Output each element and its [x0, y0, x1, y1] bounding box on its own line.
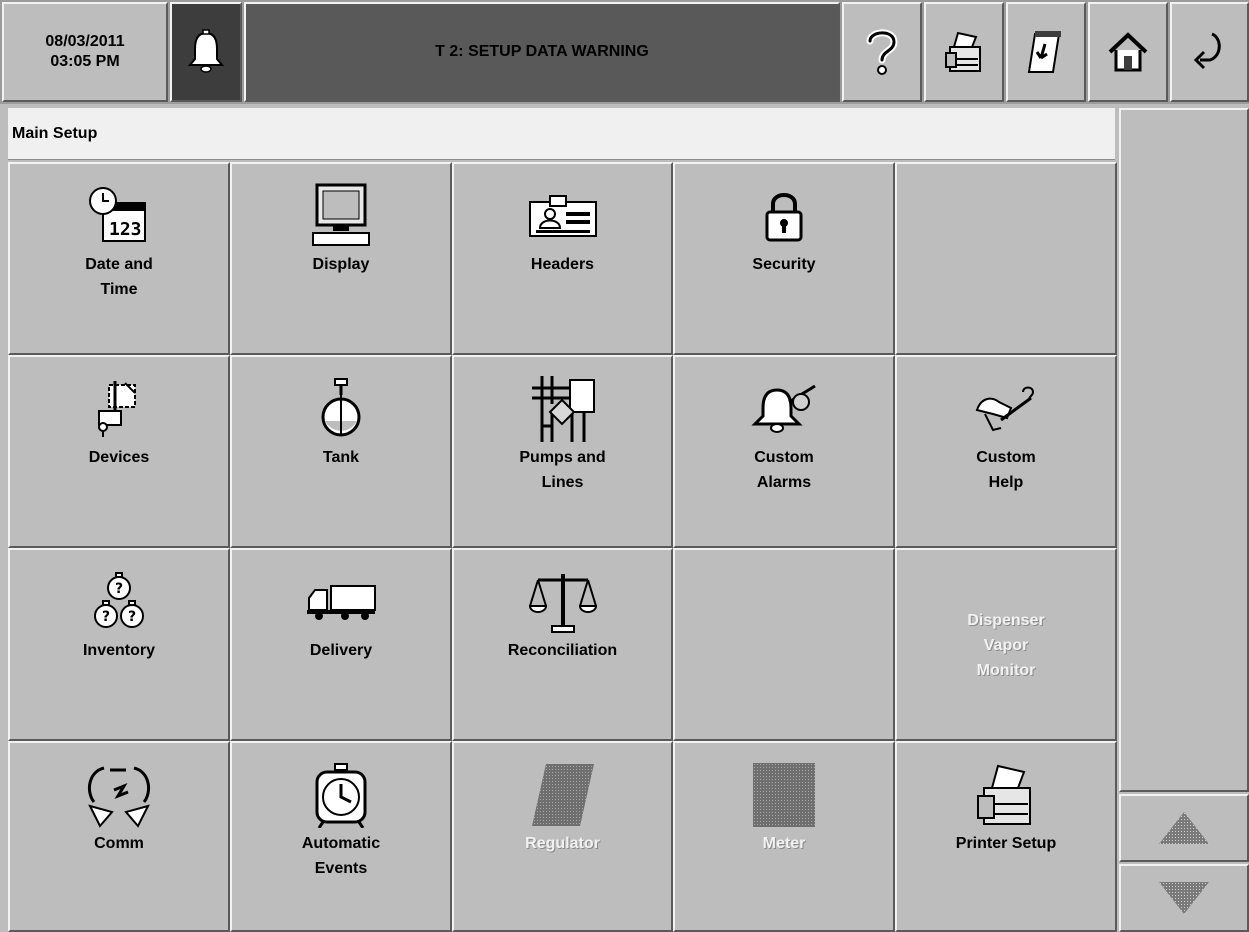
svg-text:?: ? — [102, 609, 110, 625]
tile-automatic-events[interactable]: Automatic Events — [230, 741, 452, 932]
svg-text:?: ? — [128, 609, 136, 625]
tile-date-and-time[interactable]: 123 Date and Time — [8, 162, 230, 355]
tile-tank[interactable]: Tank — [230, 355, 452, 548]
home-button[interactable] — [1088, 2, 1168, 102]
printer-icon — [974, 761, 1038, 829]
arrow-up-icon — [1159, 812, 1209, 844]
truck-icon — [305, 568, 377, 636]
tile-label: Comm — [94, 835, 144, 852]
alarm-clock-icon — [309, 761, 373, 829]
pumps-lines-icon — [528, 375, 598, 443]
receipt-button[interactable] — [1006, 2, 1086, 102]
tile-custom-help[interactable]: Custom Help — [895, 355, 1117, 548]
tile-meter: Meter — [673, 741, 895, 932]
receipt-icon — [1027, 31, 1061, 73]
tile-headers[interactable]: Headers — [452, 162, 673, 355]
scroll-up-button[interactable] — [1119, 794, 1249, 862]
tile-label: Tank — [322, 449, 360, 466]
inventory-icon: ??? — [91, 568, 147, 636]
time-text: 03:05 PM — [50, 53, 120, 70]
print-button[interactable] — [924, 2, 1004, 102]
tile-label: Delivery — [309, 642, 373, 659]
help-button[interactable] — [842, 2, 922, 102]
tile-inventory[interactable]: ??? Inventory — [8, 548, 230, 741]
tile-label: Pumps and Lines — [519, 449, 606, 491]
tile-printer-setup[interactable]: Printer Setup — [895, 741, 1117, 932]
tile-label: Custom Alarms — [754, 449, 814, 491]
tank-icon — [319, 375, 363, 443]
id-card-icon — [528, 182, 598, 250]
tile-dispenser-vapor-monitor: Dispenser Vapor Monitor — [895, 548, 1117, 741]
tile-devices[interactable]: Devices — [8, 355, 230, 548]
tile-label: Devices — [88, 449, 150, 466]
back-icon — [1193, 32, 1221, 70]
tile-label: Reconciliation — [507, 642, 618, 659]
tile-reconciliation[interactable]: Reconciliation — [452, 548, 673, 741]
tile-label: Display — [312, 256, 370, 273]
alarm-bell-button[interactable] — [170, 2, 242, 102]
scales-icon — [528, 568, 598, 636]
tile-label: Regulator — [525, 835, 600, 852]
warning-text: T 2: SETUP DATA WARNING — [435, 43, 649, 60]
date-time-panel: 08/03/2011 03:05 PM — [2, 2, 168, 102]
scroll-down-button[interactable] — [1119, 864, 1249, 932]
breadcrumb: Main Setup — [8, 108, 1115, 160]
tile-label: Security — [752, 256, 816, 273]
tile-label: Dispenser Vapor Monitor — [967, 612, 1045, 679]
custom-help-icon — [971, 375, 1041, 443]
help-icon — [866, 29, 898, 75]
warning-banner[interactable]: T 2: SETUP DATA WARNING — [244, 2, 840, 102]
tile-label: Inventory — [82, 642, 155, 659]
tile-delivery[interactable]: Delivery — [230, 548, 452, 741]
regulator-icon — [528, 761, 598, 829]
date-text: 08/03/2011 — [45, 33, 125, 50]
svg-text:?: ? — [115, 581, 123, 597]
printer-icon — [945, 31, 981, 72]
tile-pumps-and-lines[interactable]: Pumps and Lines — [452, 355, 673, 548]
tile-label: Automatic Events — [301, 835, 381, 877]
tile-empty — [673, 548, 895, 741]
meter-icon — [751, 761, 817, 829]
tile-label: Date and Time — [85, 256, 153, 298]
alarm-bell-icon — [749, 375, 819, 443]
tile-label: Printer Setup — [955, 835, 1057, 852]
probe-device-icon — [89, 375, 149, 443]
tile-label: Custom Help — [976, 449, 1036, 491]
tile-security[interactable]: Security — [673, 162, 895, 355]
tile-regulator: Regulator — [452, 741, 673, 932]
padlock-icon — [763, 182, 805, 250]
tile-comm[interactable]: Comm — [8, 741, 230, 932]
svg-text:123: 123 — [109, 219, 142, 240]
tile-empty — [895, 162, 1117, 355]
back-button[interactable] — [1170, 2, 1249, 102]
bell-icon — [187, 29, 225, 73]
tile-display[interactable]: Display — [230, 162, 452, 355]
monitor-icon — [309, 182, 373, 250]
comm-icon — [84, 761, 154, 829]
home-icon — [1108, 32, 1148, 72]
tile-custom-alarms[interactable]: Custom Alarms — [673, 355, 895, 548]
tile-label: Headers — [530, 256, 595, 273]
calendar-clock-icon: 123 — [87, 182, 151, 250]
scroll-track — [1119, 108, 1249, 792]
tile-label: Meter — [762, 835, 806, 852]
arrow-down-icon — [1159, 882, 1209, 914]
